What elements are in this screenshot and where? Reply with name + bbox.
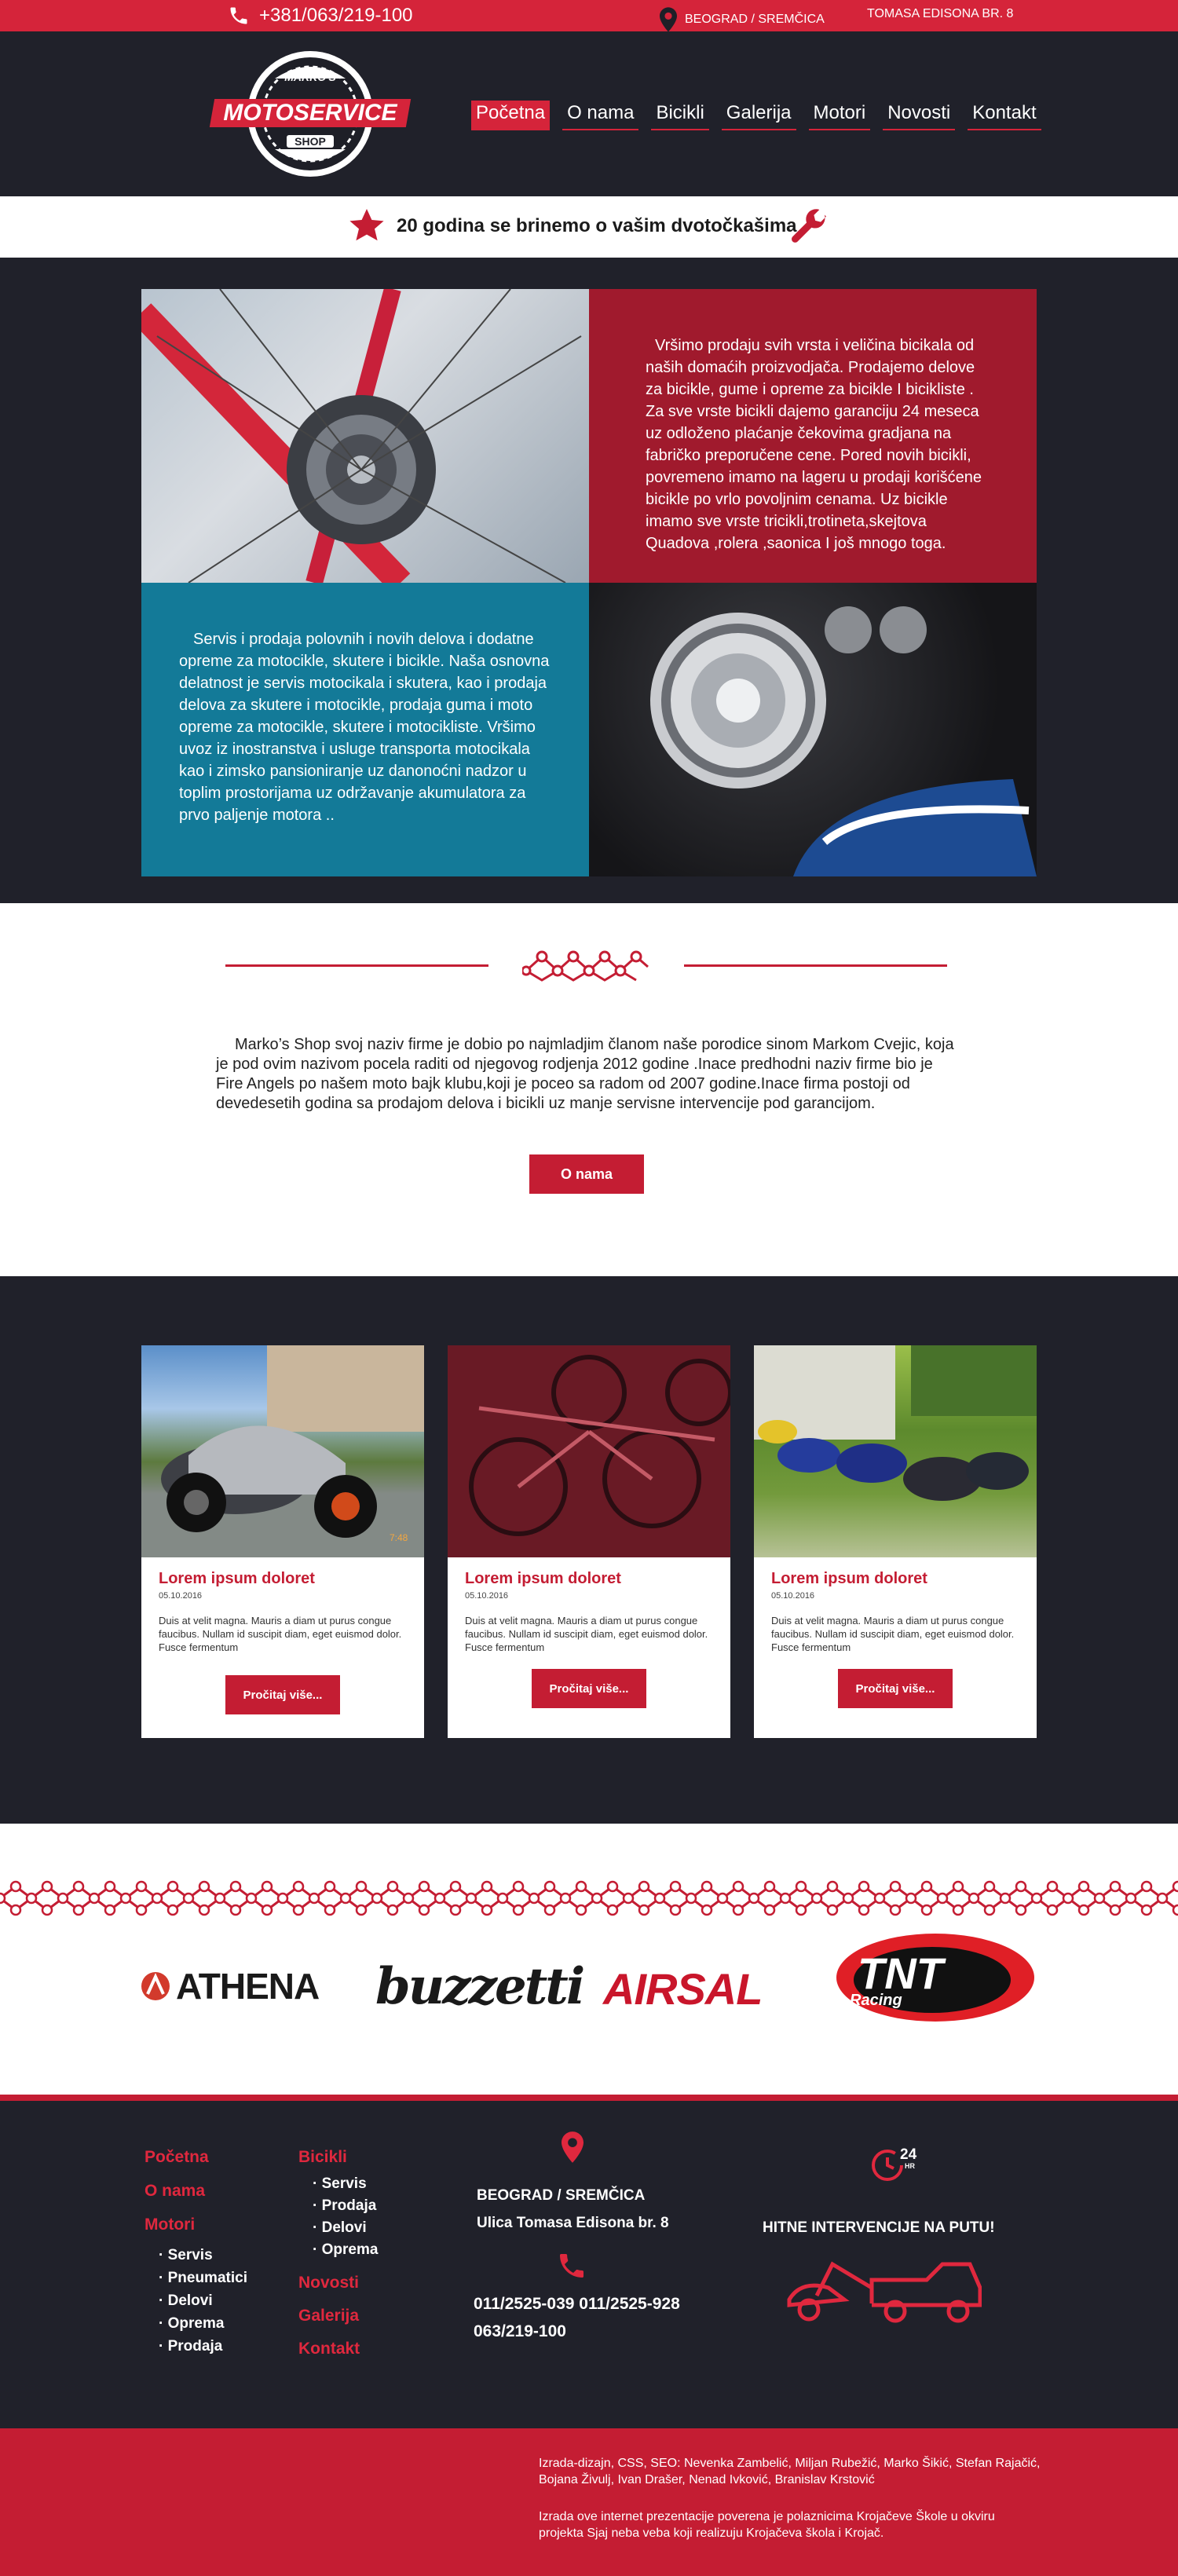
partner-tnt-racing[interactable]: TNT Racing [834, 1930, 1037, 2025]
credits-text: Izrada-dizajn, CSS, SEO: Nevenka Zambeli… [539, 2457, 1041, 2486]
nav-kontakt[interactable]: Kontakt [968, 101, 1041, 130]
nav-motori[interactable]: Motori [808, 101, 871, 130]
news-title[interactable]: Lorem ipsum doloret [465, 1570, 621, 1588]
footer-link-o-nama[interactable]: O nama [145, 2182, 205, 2201]
bicycle-gears-photo [141, 289, 589, 583]
location: BEOGRAD / SREMČICA [660, 7, 825, 32]
footer-link-galerija[interactable]: Galerija [298, 2307, 359, 2325]
project-note-text: Izrada ove internet prezentacije poveren… [539, 2510, 995, 2540]
moto-service-panel: Servis i prodaja polovnih i novih delova… [141, 583, 589, 876]
tow-truck-icon [787, 2261, 982, 2323]
header: MARKO'S MOTOSERVICE SHOP Početna O nama … [0, 31, 1178, 196]
news-photo-scooter[interactable]: 7:48 [141, 1345, 424, 1557]
bicycle-sales-panel: Vršimo prodaju svih vrsta i veličina bic… [589, 289, 1037, 583]
motorcycle-headlight-photo [589, 583, 1037, 876]
bicycle-sales-text: Vršimo prodaju svih vrsta i veličina bic… [646, 337, 982, 552]
footer-address-street: Ulica Tomasa Edisona br. 8 [477, 2215, 669, 2231]
footer-sub-moto-pneumatici[interactable]: · Pneumatici [159, 2270, 247, 2287]
footer-address-city: BEOGRAD / SREMČICA [477, 2187, 646, 2204]
phone-icon [560, 2254, 584, 2278]
news-title[interactable]: Lorem ipsum doloret [771, 1570, 927, 1588]
athena-logo-icon [141, 1972, 170, 2000]
news-body: Duis at velit magna. Mauris a diam ut pu… [159, 1615, 402, 1653]
footer-sub-moto-prodaja[interactable]: · Prodaja [159, 2338, 222, 2355]
phone-number: +381/063/219-100 [259, 5, 413, 26]
read-more-button[interactable]: Pročitaj više... [532, 1669, 646, 1708]
news-title[interactable]: Lorem ipsum doloret [159, 1570, 315, 1588]
read-more-button[interactable]: Pročitaj više... [838, 1669, 953, 1708]
features-section: Vršimo prodaju svih vrsta i veličina bic… [0, 258, 1178, 903]
footer-link-novosti[interactable]: Novosti [298, 2274, 359, 2292]
24h-badge: 24 HR [870, 2146, 917, 2186]
news-card: Lorem ipsum doloret 05.10.2016 Duis at v… [448, 1345, 730, 1738]
news-card: 7:48 Lorem ipsum doloret 05.10.2016 Duis… [141, 1345, 424, 1738]
footer-sub-bike-oprema[interactable]: · Oprema [313, 2241, 378, 2259]
phone-contact[interactable]: +381/063/219-100 [228, 5, 413, 27]
news-section: 7:48 Lorem ipsum doloret 05.10.2016 Duis… [0, 1276, 1178, 1824]
location-text: BEOGRAD / SREMČICA [685, 13, 825, 26]
footer-link-pocetna[interactable]: Početna [145, 2148, 209, 2167]
footer-link-kontakt[interactable]: Kontakt [298, 2340, 360, 2358]
footer-sub-bike-prodaja[interactable]: · Prodaja [313, 2197, 376, 2215]
map-pin-icon [660, 7, 677, 32]
news-date: 05.10.2016 [465, 1591, 509, 1601]
nav-galerija[interactable]: Galerija [721, 101, 796, 130]
footer-sub-bike-delovi[interactable]: · Delovi [313, 2219, 367, 2237]
footer-sub-bike-servis[interactable]: · Servis [313, 2175, 367, 2193]
logo-main-text: MOTOSERVICE [223, 100, 397, 126]
footer-sub-moto-oprema[interactable]: · Oprema [159, 2315, 224, 2333]
nav-pocetna[interactable]: Početna [471, 101, 551, 130]
partners-section: ATHENA buzzetti AIRSAL TNT Racing [0, 1824, 1178, 2095]
logo[interactable]: MARKO'S MOTOSERVICE SHOP [209, 47, 412, 181]
news-photo-bicycles[interactable] [448, 1345, 730, 1557]
photo-timestamp: 7:48 [390, 1532, 408, 1543]
chain-icon [522, 950, 649, 982]
news-body: Duis at velit magna. Mauris a diam ut pu… [465, 1615, 708, 1653]
footer-link-motori[interactable]: Motori [145, 2216, 195, 2234]
partner-athena[interactable]: ATHENA [140, 1965, 320, 2007]
emergency-text: HITNE INTERVENCIJE NA PUTU! [763, 2219, 995, 2236]
wrench-icon [792, 209, 827, 243]
chain-border [0, 1880, 1178, 1916]
partner-buzzetti[interactable]: buzzetti [375, 1957, 585, 2016]
news-date: 05.10.2016 [771, 1591, 815, 1601]
tagline-bar: 20 godina se brinemo o vašim dvotočkašim… [0, 196, 1178, 258]
about-section: Marko’s Shop svoj naziv firme je dobio p… [0, 903, 1178, 1276]
moto-service-text: Servis i prodaja polovnih i novih delova… [179, 631, 550, 824]
logo-top-text: MARKO'S [284, 71, 336, 83]
main-nav: Početna O nama Bicikli Galerija Motori N… [471, 101, 1041, 130]
logo-bottom-text: SHOP [287, 135, 334, 148]
news-photo-motorcycles[interactable] [754, 1345, 1037, 1557]
footer-sub-moto-servis[interactable]: · Servis [159, 2247, 213, 2264]
footer-link-bicikli[interactable]: Bicikli [298, 2148, 347, 2167]
star-icon [349, 209, 384, 241]
nav-o-nama[interactable]: O nama [562, 101, 639, 130]
top-bar: +381/063/219-100 BEOGRAD / SREMČICA TOMA… [0, 0, 1178, 32]
partner-airsal[interactable]: AIRSAL [603, 1963, 763, 2014]
divider-left [225, 964, 488, 967]
footer: Početna O nama Motori · Servis · Pneumat… [0, 2095, 1178, 2428]
bottom-bar: Izrada-dizajn, CSS, SEO: Nevenka Zambeli… [0, 2428, 1178, 2576]
footer-mobile[interactable]: 063/219-100 [474, 2322, 566, 2341]
map-pin-icon [562, 2131, 584, 2163]
street-address: TOMASA EDISONA BR. 8 [867, 7, 1014, 20]
tagline-text: 20 godina se brinemo o vašim dvotočkašim… [397, 215, 797, 236]
read-more-button[interactable]: Pročitaj više... [225, 1675, 340, 1714]
footer-sub-moto-delovi[interactable]: · Delovi [159, 2292, 213, 2310]
news-body: Duis at velit magna. Mauris a diam ut pu… [771, 1615, 1015, 1653]
nav-novosti[interactable]: Novosti [883, 101, 956, 130]
footer-phones[interactable]: 011/2525-039 011/2525-928 [474, 2295, 680, 2314]
news-date: 05.10.2016 [159, 1591, 203, 1601]
divider-right [684, 964, 947, 967]
about-button[interactable]: O nama [529, 1154, 644, 1194]
nav-bicikli[interactable]: Bicikli [651, 101, 709, 130]
news-card: Lorem ipsum doloret 05.10.2016 Duis at v… [754, 1345, 1037, 1738]
about-text: Marko’s Shop svoj naziv firme je dobio p… [216, 1036, 954, 1112]
phone-icon [230, 7, 247, 24]
